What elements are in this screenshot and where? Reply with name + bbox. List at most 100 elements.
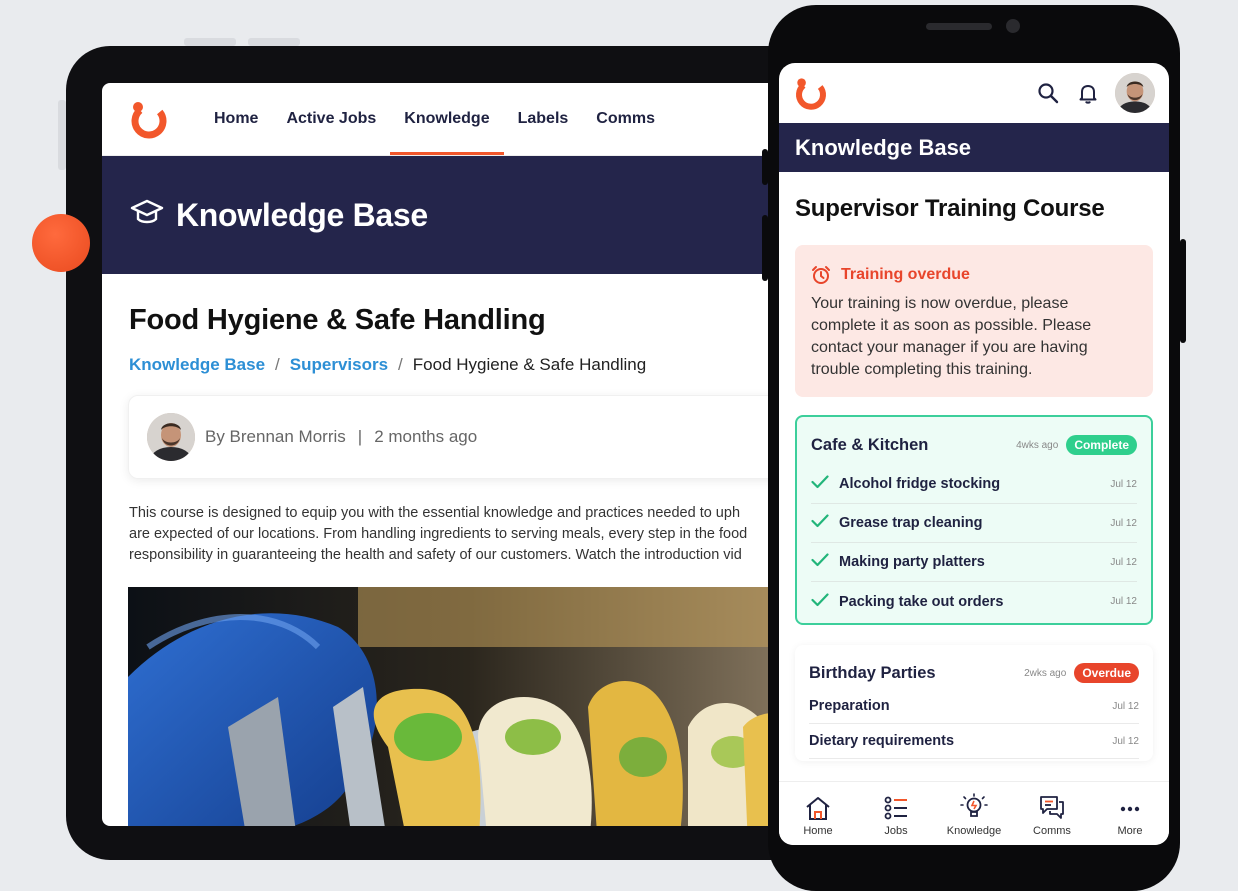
list-item[interactable]: Alcohol fridge stocking Jul 12	[811, 465, 1137, 504]
list-item-label: Packing take out orders	[839, 593, 1004, 610]
course-title: Supervisor Training Course	[795, 195, 1105, 222]
nav-item-labels[interactable]: Labels	[504, 83, 583, 155]
article-title: Food Hygiene & Safe Handling	[129, 304, 546, 336]
alarm-clock-icon	[811, 265, 831, 285]
checklist-icon	[882, 795, 910, 825]
checkmark-icon	[811, 514, 831, 532]
section-title: Birthday Parties	[809, 663, 936, 682]
nav-item-comms[interactable]: Comms	[582, 83, 669, 155]
overdue-alert: Training overdue Your training is now ov…	[795, 245, 1153, 397]
nav-item-label: Knowledge	[404, 110, 490, 127]
avatar[interactable]	[147, 413, 195, 461]
author-card: By Brennan Morris | 2 months ago	[128, 395, 808, 479]
description-line: are expected of our locations. From hand…	[129, 526, 748, 542]
list-item-label: Dietary requirements	[809, 733, 955, 749]
phone-side-button	[762, 149, 768, 185]
list-item-label: Making party platters	[839, 554, 985, 570]
breadcrumb-separator: /	[275, 355, 280, 374]
breadcrumb-link-knowledge-base[interactable]: Knowledge Base	[129, 355, 265, 375]
section-header: Birthday Parties 2wks ago Overdue	[809, 663, 1139, 683]
status-badge: Complete	[1066, 435, 1137, 455]
tab-label: Knowledge	[946, 825, 1002, 837]
tab-home[interactable]: Home	[779, 782, 857, 845]
author-meta: By Brennan Morris | 2 months ago	[205, 427, 477, 447]
nav-item-label: Labels	[517, 110, 569, 127]
tab-comms[interactable]: Comms	[1013, 782, 1091, 845]
author-name: By Brennan Morris	[205, 427, 346, 446]
tablet-button	[58, 100, 66, 170]
section-age: 4wks ago	[1016, 439, 1059, 451]
breadcrumb-separator: /	[398, 355, 403, 374]
mobile-header	[779, 63, 1169, 123]
checkmark-icon	[811, 553, 831, 571]
decorative-orange-dot	[32, 214, 90, 272]
alert-header: Training overdue	[811, 265, 1137, 285]
list-item-label: Preparation	[809, 698, 890, 714]
lightbulb-icon	[959, 793, 989, 825]
list-item[interactable]: Preparation Jul 12	[809, 689, 1139, 724]
breadcrumb-current: Food Hygiene & Safe Handling	[412, 355, 647, 374]
list-item-label: Grease trap cleaning	[839, 515, 983, 531]
tab-label: Comms	[1033, 825, 1071, 837]
list-item[interactable]: Dietary requirements Jul 12	[809, 724, 1139, 759]
tab-more[interactable]: More	[1091, 782, 1169, 845]
phone-side-button	[762, 215, 768, 281]
tablet-device: Home Active Jobs Knowledge Labels Comms …	[58, 38, 832, 860]
posted-time: 2 months ago	[374, 427, 478, 446]
nav-item-label: Active Jobs	[286, 110, 377, 127]
list-item-date: Jul 12	[1112, 735, 1139, 747]
nav-items: Home Active Jobs Knowledge Labels Comms	[200, 83, 669, 155]
home-icon	[804, 795, 832, 825]
section-title: Cafe & Kitchen	[811, 435, 929, 454]
list-item-date: Jul 12	[1110, 517, 1137, 529]
article-description: This course is designed to equip you wit…	[129, 503, 809, 566]
list-item-date: Jul 12	[1110, 556, 1137, 568]
avatar[interactable]	[1115, 73, 1155, 113]
tab-label: Home	[803, 825, 833, 837]
brand-logo[interactable]	[128, 98, 170, 140]
tab-label: More	[1117, 825, 1143, 837]
nav-item-label: Home	[214, 110, 259, 127]
tablet-button	[248, 38, 300, 46]
search-icon[interactable]	[1035, 80, 1061, 106]
tab-label: Jobs	[884, 825, 908, 837]
bottom-tab-bar: Home Jobs Knowledge Comms More	[779, 781, 1169, 845]
article-image[interactable]	[128, 587, 808, 826]
tab-knowledge[interactable]: Knowledge	[935, 782, 1013, 845]
more-dots-icon	[1116, 795, 1144, 825]
checkmark-icon	[811, 592, 831, 611]
article: Food Hygiene & Safe Handling Knowledge B…	[102, 274, 832, 826]
mobile-content: Supervisor Training Course Training over…	[779, 195, 1169, 761]
author-separator: |	[357, 427, 363, 446]
alert-message: Your training is now overdue, please com…	[811, 295, 1092, 378]
phone-speaker	[926, 23, 992, 30]
status-badge: Overdue	[1074, 663, 1139, 683]
tablet-button	[184, 38, 236, 46]
section-header: Cafe & Kitchen 4wks ago Complete	[811, 435, 1137, 455]
list-item-date: Jul 12	[1110, 596, 1137, 607]
list-item[interactable]: Grease trap cleaning Jul 12	[811, 504, 1137, 543]
nav-item-active-jobs[interactable]: Active Jobs	[272, 83, 390, 155]
nav-item-home[interactable]: Home	[200, 83, 272, 155]
brand-logo[interactable]	[793, 75, 829, 111]
top-nav: Home Active Jobs Knowledge Labels Comms	[102, 83, 832, 156]
nav-item-label: Comms	[596, 110, 655, 127]
chat-bubbles-icon	[1037, 793, 1067, 825]
list-item-date: Jul 12	[1110, 478, 1137, 490]
course-section-card: Cafe & Kitchen 4wks ago Complete Alcohol…	[795, 415, 1153, 625]
nav-item-knowledge[interactable]: Knowledge	[390, 83, 504, 155]
description-line: responsibility in guaranteeing the healt…	[129, 547, 742, 563]
graduation-cap-icon	[130, 198, 164, 233]
list-item[interactable]: Making party platters Jul 12	[811, 543, 1137, 582]
bell-icon[interactable]	[1075, 80, 1101, 106]
phone-camera	[1006, 19, 1020, 33]
breadcrumb-link-supervisors[interactable]: Supervisors	[290, 355, 388, 375]
list-item[interactable]: Packing take out orders Jul 12	[811, 582, 1137, 621]
tab-jobs[interactable]: Jobs	[857, 782, 935, 845]
phone-screen: Knowledge Base Supervisor Training Cours…	[779, 63, 1169, 845]
page-hero: Knowledge Base	[102, 156, 832, 274]
phone-side-button	[1180, 239, 1186, 343]
course-section-card: Birthday Parties 2wks ago Overdue Prepar…	[795, 645, 1153, 761]
alert-title: Training overdue	[841, 266, 970, 283]
phone-device: Knowledge Base Supervisor Training Cours…	[762, 5, 1186, 891]
